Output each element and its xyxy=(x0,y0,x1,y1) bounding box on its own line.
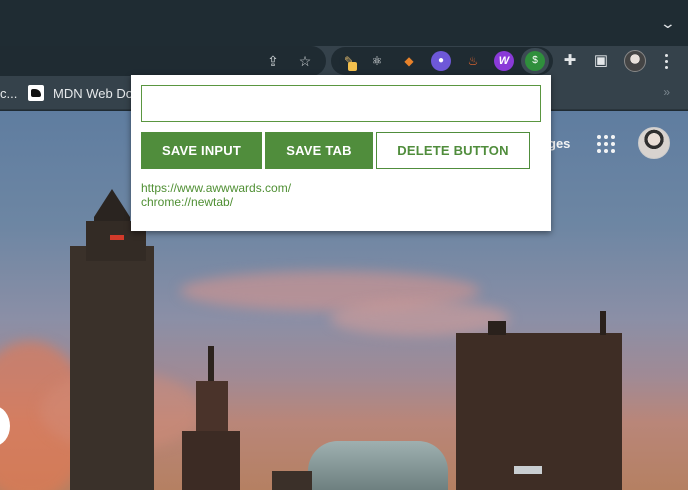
glass-building xyxy=(308,441,448,490)
spire xyxy=(208,346,214,386)
delete-button[interactable]: DELETE BUTTON xyxy=(376,132,530,169)
light-pole xyxy=(514,466,542,474)
url-input[interactable] xyxy=(141,85,541,122)
apps-grid-icon[interactable] xyxy=(597,135,615,153)
tab-strip: ⌄ xyxy=(0,0,688,46)
saved-link[interactable]: chrome://newtab/ xyxy=(141,195,233,209)
tab-search-chevron-icon[interactable]: ⌄ xyxy=(660,15,676,31)
star-icon[interactable]: ☆ xyxy=(296,52,314,70)
side-panel-icon[interactable]: ▣ xyxy=(592,52,610,70)
cloud xyxy=(330,301,510,336)
images-link[interactable]: ges xyxy=(548,136,570,151)
metamask-ext-icon[interactable]: ◆ xyxy=(399,51,419,71)
flame-ext-icon[interactable]: ♨ xyxy=(463,51,483,71)
ext-badge xyxy=(348,62,357,71)
saved-links-list: https://www.awwwards.com/ chrome://newta… xyxy=(141,181,291,209)
extensions-group: ✎ ⚛ ◆ ● ♨ W $ xyxy=(331,47,553,75)
list-item: chrome://newtab/ xyxy=(141,195,291,209)
antenna xyxy=(488,321,506,335)
extension-popup: SAVE INPUT SAVE TAB DELETE BUTTON https:… xyxy=(131,75,551,231)
tall-tower xyxy=(70,246,154,490)
menu-dot xyxy=(665,54,668,57)
ghost-ext-icon[interactable]: ● xyxy=(431,51,451,71)
bookmark-item-truncated[interactable]: c... xyxy=(0,86,17,101)
money-bag-ext-icon[interactable]: $ xyxy=(525,51,545,71)
save-tab-button[interactable]: SAVE TAB xyxy=(265,132,373,169)
terminal-base xyxy=(182,431,240,490)
antenna xyxy=(600,311,606,335)
browser-toolbar: ⇪ ☆ ✎ ⚛ ◆ ● ♨ W $ ✚ ▣ xyxy=(0,46,688,76)
react-ext-icon[interactable]: ⚛ xyxy=(367,51,387,71)
menu-dot xyxy=(665,60,668,63)
save-input-button[interactable]: SAVE INPUT xyxy=(141,132,262,169)
menu-icon[interactable] xyxy=(661,52,671,70)
mdn-logo-icon xyxy=(28,85,44,101)
menu-dot xyxy=(665,66,668,69)
bookmark-item-mdn[interactable]: MDN Web Docs xyxy=(28,85,146,101)
puzzle-icon[interactable]: ✚ xyxy=(561,52,579,70)
saved-link[interactable]: https://www.awwwards.com/ xyxy=(141,181,291,195)
list-item: https://www.awwwards.com/ xyxy=(141,181,291,195)
bookmarks-overflow-icon[interactable]: » xyxy=(663,85,670,99)
w-ext-icon[interactable]: W xyxy=(494,51,514,71)
profile-avatar[interactable] xyxy=(624,50,646,72)
account-avatar[interactable] xyxy=(638,127,670,159)
tower-red-light xyxy=(110,235,124,240)
address-bar[interactable]: ⇪ ☆ xyxy=(0,46,326,76)
low-building xyxy=(272,471,312,490)
share-icon[interactable]: ⇪ xyxy=(264,52,282,70)
